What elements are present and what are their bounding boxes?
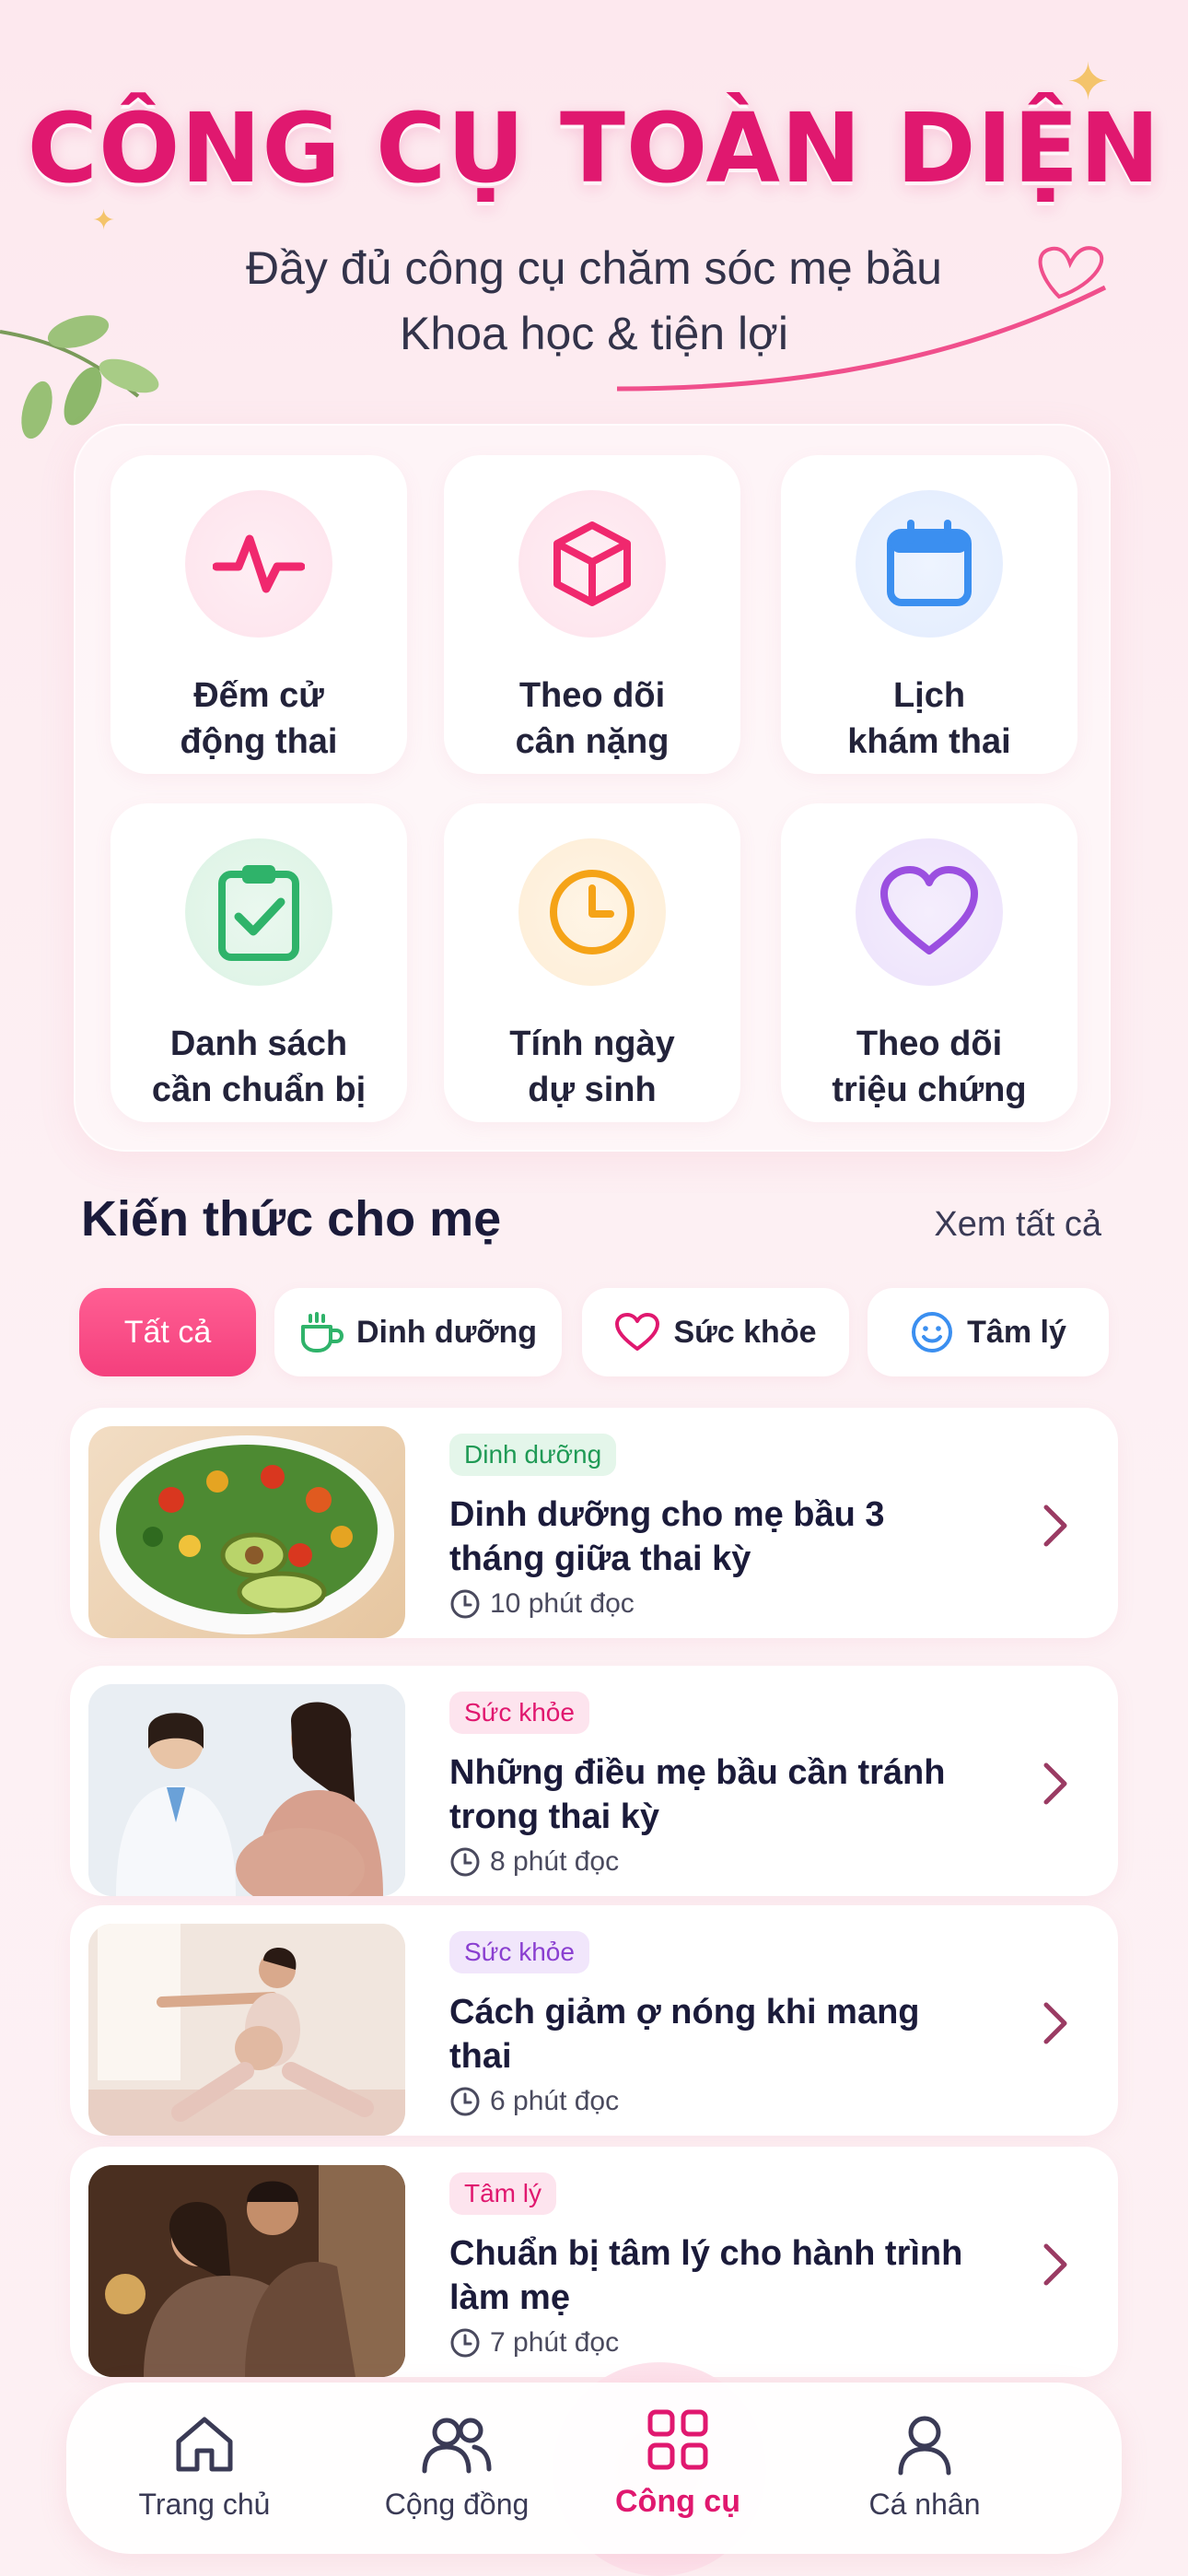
- tool-checkup-calendar[interactable]: Lịch khám thai: [781, 455, 1077, 774]
- doctor-thumbnail: [88, 1684, 405, 1896]
- see-all-link[interactable]: Xem tất cả: [934, 1205, 1101, 1245]
- page-subtitle-2: Khoa học & tiện lợi: [400, 308, 788, 359]
- tool-label: Theo dõi triệu chứng: [832, 1025, 1027, 1109]
- pulse-icon: [185, 490, 332, 638]
- nav-label: Cộng đồng: [384, 2488, 530, 2521]
- clock-icon: [518, 838, 666, 986]
- read-time: 8 phút đọc: [449, 1846, 619, 1878]
- tool-weight-tracker[interactable]: Theo dõi cân nặng: [444, 455, 740, 774]
- grid-icon: [647, 2409, 708, 2470]
- chip-health[interactable]: Sức khỏe: [582, 1288, 849, 1376]
- heart-icon: [856, 838, 1003, 986]
- bottom-nav: Trang chủ Cộng đồng Công cụ Cá nhân: [66, 2383, 1122, 2554]
- tool-symptom-tracker[interactable]: Theo dõi triệu chứng: [781, 803, 1077, 1122]
- read-time-label: 8 phút đọc: [490, 1846, 620, 1877]
- chevron-right-icon[interactable]: [1037, 1758, 1074, 1809]
- app-screen: ✦ ✦ CÔNG CỤ TOÀN DIỆN Đầy đủ công cụ chă…: [0, 0, 1188, 2576]
- chevron-right-icon[interactable]: [1037, 2239, 1074, 2290]
- article-title: Chuẩn bị tâm lý cho hành trình làm mẹ: [449, 2234, 963, 2317]
- sparkle-icon: ✦: [92, 205, 116, 236]
- read-time-label: 10 phút đọc: [490, 1588, 635, 1619]
- tool-label: Danh sách cần chuẩn bị: [151, 1025, 367, 1109]
- chip-all[interactable]: Tất cả: [79, 1288, 256, 1376]
- nav-label: Công cụ: [615, 2484, 740, 2519]
- tool-due-date[interactable]: Tính ngày dự sinh: [444, 803, 740, 1122]
- article-title: Dinh dưỡng cho mẹ bầu 3 tháng giữa thai …: [449, 1495, 885, 1578]
- clock-icon: [450, 1589, 480, 1619]
- chip-label: Sức khỏe: [673, 1314, 817, 1350]
- calendar-icon: [856, 490, 1003, 638]
- clock-icon: [450, 2087, 480, 2116]
- read-time: 6 phút đọc: [449, 2086, 619, 2117]
- yoga-thumbnail: [88, 1924, 405, 2136]
- chip-label: Tâm lý: [967, 1314, 1066, 1350]
- article-tag: Dinh dưỡng: [449, 1434, 617, 1476]
- chip-label: Dinh dưỡng: [355, 1314, 538, 1350]
- chevron-right-icon[interactable]: [1037, 1997, 1074, 2049]
- chip-psychology[interactable]: Tâm lý: [868, 1288, 1109, 1376]
- section-title: Kiến thức cho mẹ: [81, 1191, 502, 1247]
- clipboard-check-icon: [185, 838, 332, 986]
- tools-panel: Đếm cử động thai Theo dõi cân nặng Lịch …: [74, 424, 1111, 1152]
- page-title: CÔNG CỤ TOÀN DIỆN: [27, 92, 1161, 205]
- clock-icon: [450, 1847, 480, 1877]
- heart-outline-icon: [615, 1313, 660, 1351]
- chevron-right-icon[interactable]: [1037, 1500, 1074, 1551]
- tool-label: Theo dõi cân nặng: [515, 676, 670, 761]
- couple-thumbnail: [88, 2165, 405, 2377]
- tool-label: Tính ngày dự sinh: [509, 1025, 675, 1109]
- tool-label: Lịch khám thai: [847, 676, 1011, 761]
- tool-kick-counter[interactable]: Đếm cử động thai: [111, 455, 407, 774]
- read-time: 10 phút đọc: [449, 1588, 635, 1620]
- tool-checklist[interactable]: Danh sách cần chuẩn bị: [111, 803, 407, 1122]
- home-icon: [176, 2417, 233, 2472]
- article-card[interactable]: Dinh dưỡng Dinh dưỡng cho mẹ bầu 3 tháng…: [70, 1408, 1118, 1638]
- article-card[interactable]: Tâm lý Chuẩn bị tâm lý cho hành trình là…: [70, 2147, 1118, 2377]
- community-icon: [422, 2418, 492, 2474]
- user-icon: [898, 2416, 951, 2476]
- page-subtitle: Đầy đủ công cụ chăm sóc mẹ bầu: [246, 242, 942, 294]
- article-card[interactable]: Sức khỏe Cách giảm ợ nóng khi mang thai …: [70, 1905, 1118, 2136]
- read-time-label: 6 phút đọc: [490, 2086, 620, 2116]
- article-tag: Tâm lý: [449, 2172, 556, 2215]
- cube-icon: [518, 490, 666, 638]
- cup-icon: [300, 1312, 344, 1352]
- nav-tools[interactable]: Công cụ: [567, 2383, 788, 2554]
- article-title: Cách giảm ợ nóng khi mang thai: [449, 1993, 920, 2076]
- chip-nutrition[interactable]: Dinh dưỡng: [274, 1288, 562, 1376]
- article-title: Những điều mẹ bầu cần tránh trong thai k…: [449, 1753, 946, 1836]
- nav-label: Trang chủ: [138, 2488, 271, 2521]
- salad-thumbnail: [88, 1426, 405, 1638]
- article-tag: Sức khỏe: [449, 1692, 589, 1734]
- smile-icon: [912, 1312, 953, 1352]
- tool-label: Đếm cử động thai: [180, 676, 338, 761]
- nav-profile[interactable]: Cá nhân: [814, 2383, 1035, 2554]
- clock-icon: [450, 2328, 480, 2358]
- nav-community[interactable]: Cộng đồng: [346, 2383, 567, 2554]
- read-time-label: 7 phút đọc: [490, 2327, 620, 2358]
- nav-label: Cá nhân: [868, 2488, 981, 2521]
- article-card[interactable]: Sức khỏe Những điều mẹ bầu cần tránh tro…: [70, 1666, 1118, 1896]
- nav-home[interactable]: Trang chủ: [94, 2383, 315, 2554]
- chip-label: Tất cả: [123, 1314, 212, 1350]
- read-time: 7 phút đọc: [449, 2327, 619, 2359]
- article-tag: Sức khỏe: [449, 1931, 589, 1973]
